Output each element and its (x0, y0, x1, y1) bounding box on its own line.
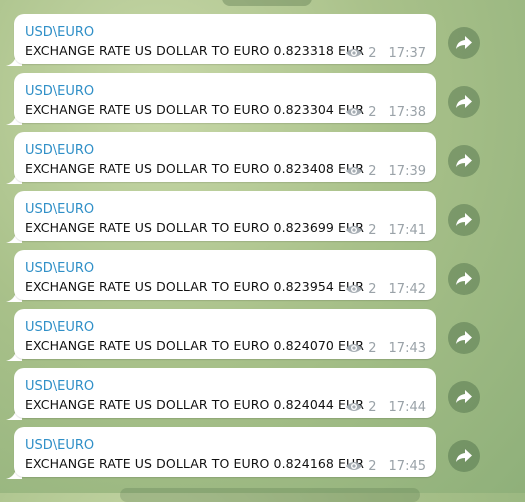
message-row: USD\EURO EXCHANGE RATE US DOLLAR TO EURO… (0, 427, 525, 479)
message-time: 17:43 (388, 340, 426, 356)
eye-icon (346, 167, 363, 175)
message-meta: 2 17:39 (345, 163, 426, 179)
sender-name[interactable]: USD\EURO (25, 438, 94, 453)
message-text: EXCHANGE RATE US DOLLAR TO EURO 0.823304… (25, 102, 365, 117)
message-row: USD\EURO EXCHANGE RATE US DOLLAR TO EURO… (0, 191, 525, 243)
message-time: 17:39 (388, 163, 426, 179)
eye-icon (346, 285, 363, 293)
message-feed[interactable]: USD\EURO EXCHANGE RATE US DOLLAR TO EURO… (0, 0, 525, 493)
eye-icon (346, 49, 363, 57)
share-button[interactable] (448, 145, 480, 177)
message-meta: 2 17:41 (345, 222, 426, 238)
view-count: 2 (368, 340, 377, 356)
message-bubble[interactable]: USD\EURO EXCHANGE RATE US DOLLAR TO EURO… (14, 132, 436, 182)
message-text: EXCHANGE RATE US DOLLAR TO EURO 0.823699… (25, 220, 365, 235)
message-row: USD\EURO EXCHANGE RATE US DOLLAR TO EURO… (0, 309, 525, 361)
message-bubble[interactable]: USD\EURO EXCHANGE RATE US DOLLAR TO EURO… (14, 14, 436, 64)
sender-name[interactable]: USD\EURO (25, 320, 94, 335)
message-meta: 2 17:43 (345, 340, 426, 356)
share-button[interactable] (448, 86, 480, 118)
view-count: 2 (368, 281, 377, 297)
share-arrow-icon (456, 449, 472, 462)
message-time: 17:37 (388, 45, 426, 61)
share-button[interactable] (448, 27, 480, 59)
message-text: EXCHANGE RATE US DOLLAR TO EURO 0.824044… (25, 397, 365, 412)
eye-icon (346, 403, 363, 411)
share-arrow-icon (456, 36, 472, 49)
sender-name[interactable]: USD\EURO (25, 379, 94, 394)
message-meta: 2 17:42 (345, 281, 426, 297)
eye-icon (346, 462, 363, 470)
view-count: 2 (368, 222, 377, 238)
sender-name[interactable]: USD\EURO (25, 84, 94, 99)
share-button[interactable] (448, 322, 480, 354)
message-time: 17:45 (388, 458, 426, 474)
message-bubble[interactable]: USD\EURO EXCHANGE RATE US DOLLAR TO EURO… (14, 191, 436, 241)
share-arrow-icon (456, 390, 472, 403)
share-button[interactable] (448, 440, 480, 472)
message-time: 17:38 (388, 104, 426, 120)
share-arrow-icon (456, 154, 472, 167)
message-row: USD\EURO EXCHANGE RATE US DOLLAR TO EURO… (0, 73, 525, 125)
message-bubble[interactable]: USD\EURO EXCHANGE RATE US DOLLAR TO EURO… (14, 309, 436, 359)
share-arrow-icon (456, 95, 472, 108)
eye-icon (346, 108, 363, 116)
message-text: EXCHANGE RATE US DOLLAR TO EURO 0.823408… (25, 161, 365, 176)
message-row: USD\EURO EXCHANGE RATE US DOLLAR TO EURO… (0, 250, 525, 302)
message-row: USD\EURO EXCHANGE RATE US DOLLAR TO EURO… (0, 132, 525, 184)
view-count: 2 (368, 458, 377, 474)
message-time: 17:42 (388, 281, 426, 297)
share-arrow-icon (456, 213, 472, 226)
view-count: 2 (368, 104, 377, 120)
share-button[interactable] (448, 204, 480, 236)
share-arrow-icon (456, 272, 472, 285)
message-meta: 2 17:37 (345, 45, 426, 61)
message-bubble[interactable]: USD\EURO EXCHANGE RATE US DOLLAR TO EURO… (14, 427, 436, 477)
message-meta: 2 17:45 (345, 458, 426, 474)
sender-name[interactable]: USD\EURO (25, 261, 94, 276)
eye-icon (346, 344, 363, 352)
share-button[interactable] (448, 263, 480, 295)
share-button[interactable] (448, 381, 480, 413)
message-bubble[interactable]: USD\EURO EXCHANGE RATE US DOLLAR TO EURO… (14, 73, 436, 123)
message-meta: 2 17:44 (345, 399, 426, 415)
message-meta: 2 17:38 (345, 104, 426, 120)
message-bubble[interactable]: USD\EURO EXCHANGE RATE US DOLLAR TO EURO… (14, 368, 436, 418)
message-text: EXCHANGE RATE US DOLLAR TO EURO 0.823318… (25, 43, 365, 58)
view-count: 2 (368, 399, 377, 415)
message-row: USD\EURO EXCHANGE RATE US DOLLAR TO EURO… (0, 368, 525, 420)
sender-name[interactable]: USD\EURO (25, 25, 94, 40)
sender-name[interactable]: USD\EURO (25, 143, 94, 158)
message-text: EXCHANGE RATE US DOLLAR TO EURO 0.824070… (25, 338, 365, 353)
eye-icon (346, 226, 363, 234)
view-count: 2 (368, 45, 377, 61)
message-row: USD\EURO EXCHANGE RATE US DOLLAR TO EURO… (0, 14, 525, 66)
share-arrow-icon (456, 331, 472, 344)
message-bubble[interactable]: USD\EURO EXCHANGE RATE US DOLLAR TO EURO… (14, 250, 436, 300)
message-time: 17:44 (388, 399, 426, 415)
sender-name[interactable]: USD\EURO (25, 202, 94, 217)
message-text: EXCHANGE RATE US DOLLAR TO EURO 0.824168… (25, 456, 365, 471)
message-text: EXCHANGE RATE US DOLLAR TO EURO 0.823954… (25, 279, 365, 294)
message-time: 17:41 (388, 222, 426, 238)
scroll-indicator (120, 488, 420, 502)
view-count: 2 (368, 163, 377, 179)
